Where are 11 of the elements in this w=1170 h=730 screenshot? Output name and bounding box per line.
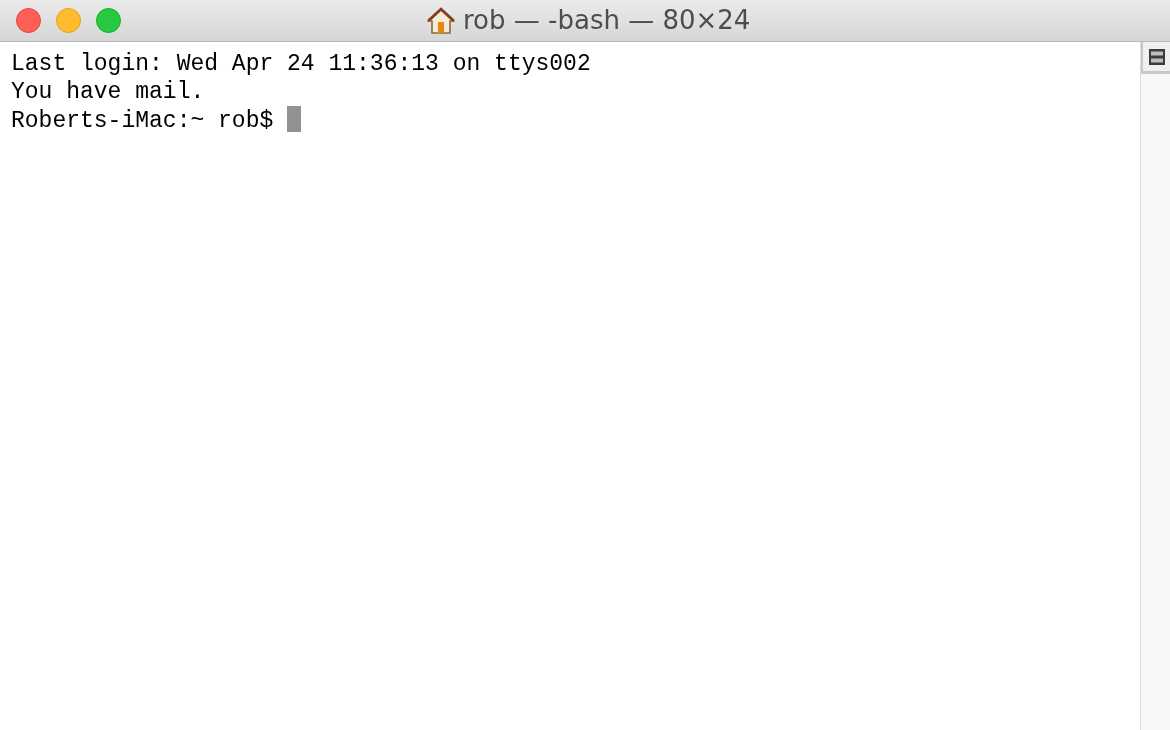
text-cursor bbox=[287, 106, 302, 132]
terminal-line: Last login: Wed Apr 24 11:36:13 on ttys002 bbox=[11, 51, 591, 77]
house-icon bbox=[427, 6, 455, 35]
split-pane-icon[interactable] bbox=[1148, 48, 1165, 65]
shell-prompt: Roberts-iMac:~ rob$ bbox=[11, 108, 274, 134]
terminal-line: You have mail. bbox=[11, 79, 205, 105]
window-title: rob — -bash — 80×24 bbox=[463, 4, 751, 37]
scroll-bar[interactable] bbox=[1140, 42, 1170, 730]
zoom-button[interactable] bbox=[96, 8, 121, 33]
close-button[interactable] bbox=[16, 8, 41, 33]
minimize-button[interactable] bbox=[56, 8, 81, 33]
